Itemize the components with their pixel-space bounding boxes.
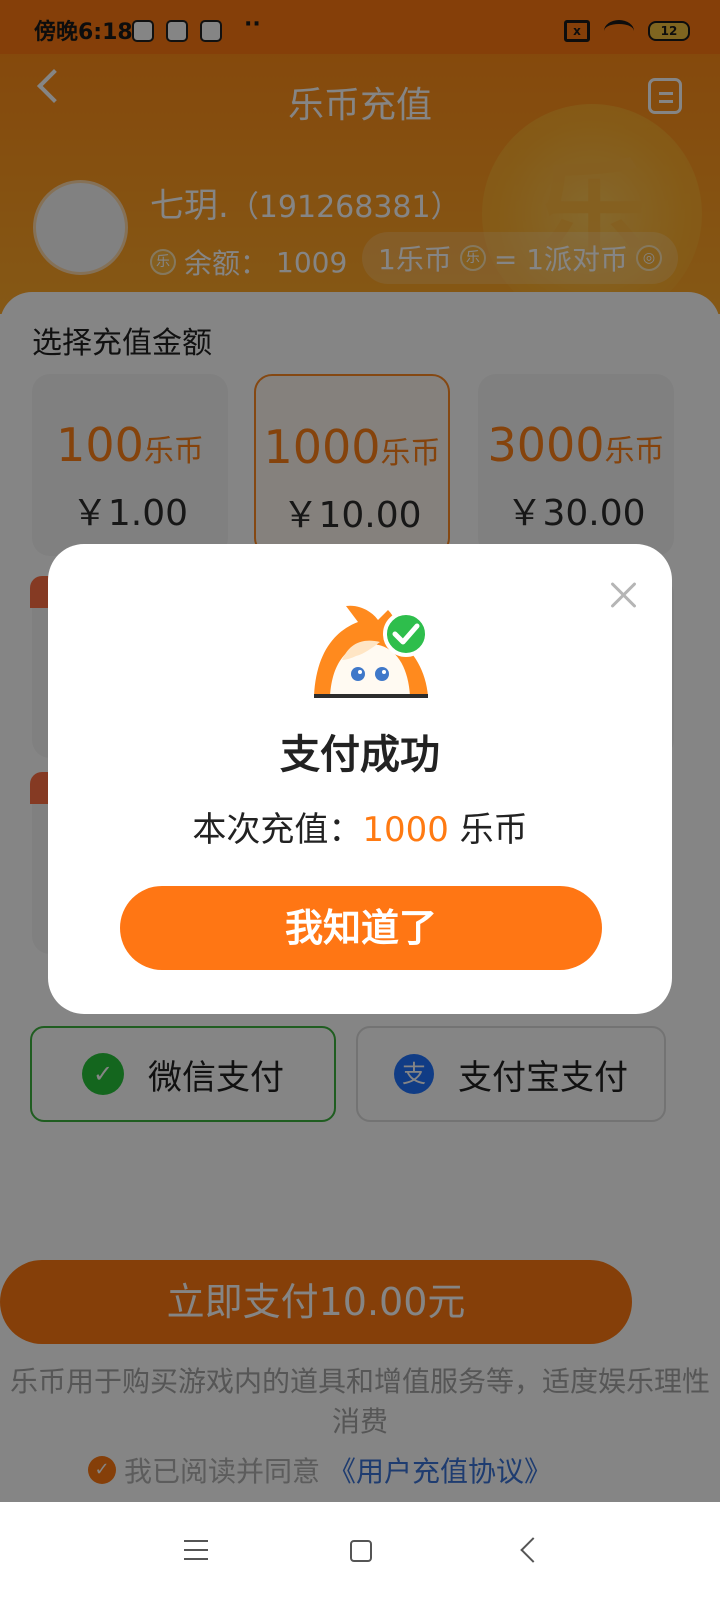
modal-title: 支付成功 — [280, 732, 440, 778]
home-icon[interactable] — [350, 1540, 372, 1562]
mascot-icon — [314, 605, 429, 698]
close-icon[interactable] — [608, 580, 638, 610]
recharge-amount: 1000 — [362, 810, 449, 850]
back-nav-icon[interactable] — [520, 1537, 546, 1563]
recharge-summary: 本次充值：1000 乐币 — [48, 802, 672, 851]
confirm-button[interactable]: 我知道了 — [120, 886, 602, 970]
system-navigation-bar — [0, 1502, 720, 1600]
summary-prefix: 本次充值： — [192, 810, 363, 850]
recharge-unit: 乐币 — [459, 810, 528, 850]
recent-apps-icon[interactable] — [184, 1540, 208, 1560]
payment-success-modal: 支付成功 本次充值：1000 乐币 我知道了 — [48, 544, 672, 1014]
